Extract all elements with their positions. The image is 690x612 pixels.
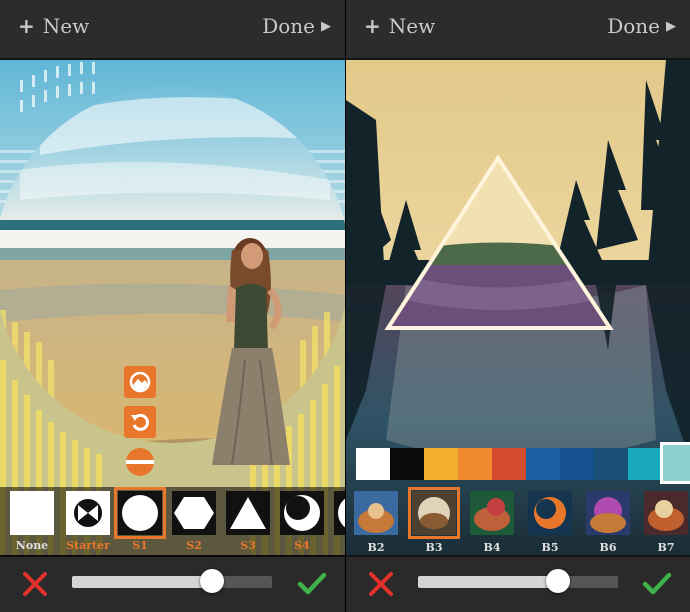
blend-label: B6	[599, 541, 617, 554]
blend-thumb[interactable]	[528, 491, 572, 535]
circle-shape-icon	[118, 491, 162, 535]
crescent-shape-icon	[280, 491, 324, 535]
shape-thumb-s2[interactable]	[172, 491, 216, 535]
new-button-label: New	[388, 14, 436, 38]
blend-thumb[interactable]	[644, 491, 688, 535]
top-bar: + New Done ▶	[346, 0, 690, 58]
blend-thumb[interactable]	[470, 491, 514, 535]
shape-thumb-s4[interactable]	[280, 491, 324, 535]
blend-label: B2	[367, 541, 385, 554]
shape-thumb-s3[interactable]	[226, 491, 270, 535]
shape-label: S2	[186, 539, 202, 552]
color-swatch[interactable]	[594, 448, 628, 480]
right-editor-screen: + New Done ▶ B2 B3 B4 B5 B6 B7	[345, 0, 690, 612]
blend-thumbnail-image-icon	[586, 491, 630, 535]
slider-knob[interactable]	[546, 569, 570, 593]
blend-label: B3	[425, 541, 443, 554]
color-swatch[interactable]	[424, 448, 458, 480]
color-swatch[interactable]	[356, 448, 390, 480]
color-swatch[interactable]	[628, 448, 662, 480]
color-swatch[interactable]	[492, 448, 526, 480]
play-icon: ▶	[666, 18, 676, 34]
hexagon-shape-icon	[172, 491, 216, 535]
left-editor-screen: + New Done ▶ None Starter S1 S2 S3 S4	[0, 0, 345, 612]
slider-fill	[72, 576, 212, 588]
app: + New Done ▶ None Starter S1 S2 S3 S4 + …	[0, 0, 690, 612]
color-swatch[interactable]	[560, 448, 594, 480]
shape-label: None	[15, 539, 49, 552]
blend-label: B5	[541, 541, 559, 554]
intensity-slider[interactable]	[418, 569, 618, 593]
plus-icon: +	[18, 14, 35, 38]
triangle-shape-icon	[226, 491, 270, 535]
image-icon	[129, 371, 151, 393]
top-bar: + New Done ▶	[0, 0, 345, 58]
color-swatch[interactable]	[526, 448, 560, 480]
shape-strip: None Starter S1 S2 S3 S4	[0, 487, 345, 557]
confirm-check-icon[interactable]	[297, 571, 327, 597]
intensity-slider[interactable]	[72, 569, 272, 593]
shape-thumb-none[interactable]	[10, 491, 54, 535]
blend-label: B4	[483, 541, 501, 554]
done-button-label: Done	[262, 14, 315, 38]
invert-button[interactable]	[124, 446, 156, 478]
shape-thumb-starter[interactable]	[66, 491, 110, 535]
rotate-button[interactable]	[124, 406, 156, 438]
starter-shape-icon	[72, 497, 104, 529]
new-button[interactable]: + New	[18, 14, 89, 38]
photo-canvas[interactable]	[346, 60, 690, 555]
slider-fill	[418, 576, 558, 588]
color-swatch[interactable]	[660, 442, 690, 484]
blend-thumb[interactable]	[408, 487, 460, 539]
photo-canvas[interactable]	[0, 60, 345, 555]
blend-thumbnail-image-icon	[528, 491, 572, 535]
slider-knob[interactable]	[200, 569, 224, 593]
rotate-icon	[131, 413, 149, 431]
color-strip	[356, 442, 690, 484]
play-icon: ▶	[321, 18, 331, 34]
shape-thumb-s1[interactable]	[114, 487, 166, 539]
blend-label: B7	[657, 541, 675, 554]
shape-label: S1	[132, 539, 148, 552]
color-swatch[interactable]	[458, 448, 492, 480]
done-button[interactable]: Done ▶	[262, 14, 331, 38]
partial-shape-icon	[334, 491, 345, 535]
cancel-icon[interactable]	[368, 571, 394, 597]
blend-thumb[interactable]	[354, 491, 398, 535]
plus-icon: +	[364, 14, 381, 38]
blend-thumbnail-image-icon	[470, 491, 514, 535]
blend-thumbnail-image-icon	[354, 491, 398, 535]
color-picker-button[interactable]	[124, 366, 156, 398]
blend-thumbnail-image-icon	[412, 491, 456, 535]
half-circle-icon	[126, 448, 154, 476]
cancel-icon[interactable]	[22, 571, 48, 597]
shape-label: S4	[294, 539, 310, 552]
color-swatch[interactable]	[390, 448, 424, 480]
new-button[interactable]: + New	[364, 14, 435, 38]
confirm-check-icon[interactable]	[642, 571, 672, 597]
shape-label: Starter	[66, 539, 110, 552]
done-button-label: Done	[607, 14, 660, 38]
shape-label: S3	[240, 539, 256, 552]
blend-thumb[interactable]	[586, 491, 630, 535]
new-button-label: New	[42, 14, 90, 38]
blend-thumbnail-image-icon	[644, 491, 688, 535]
shape-thumb-partial[interactable]	[334, 491, 345, 535]
done-button[interactable]: Done ▶	[607, 14, 676, 38]
